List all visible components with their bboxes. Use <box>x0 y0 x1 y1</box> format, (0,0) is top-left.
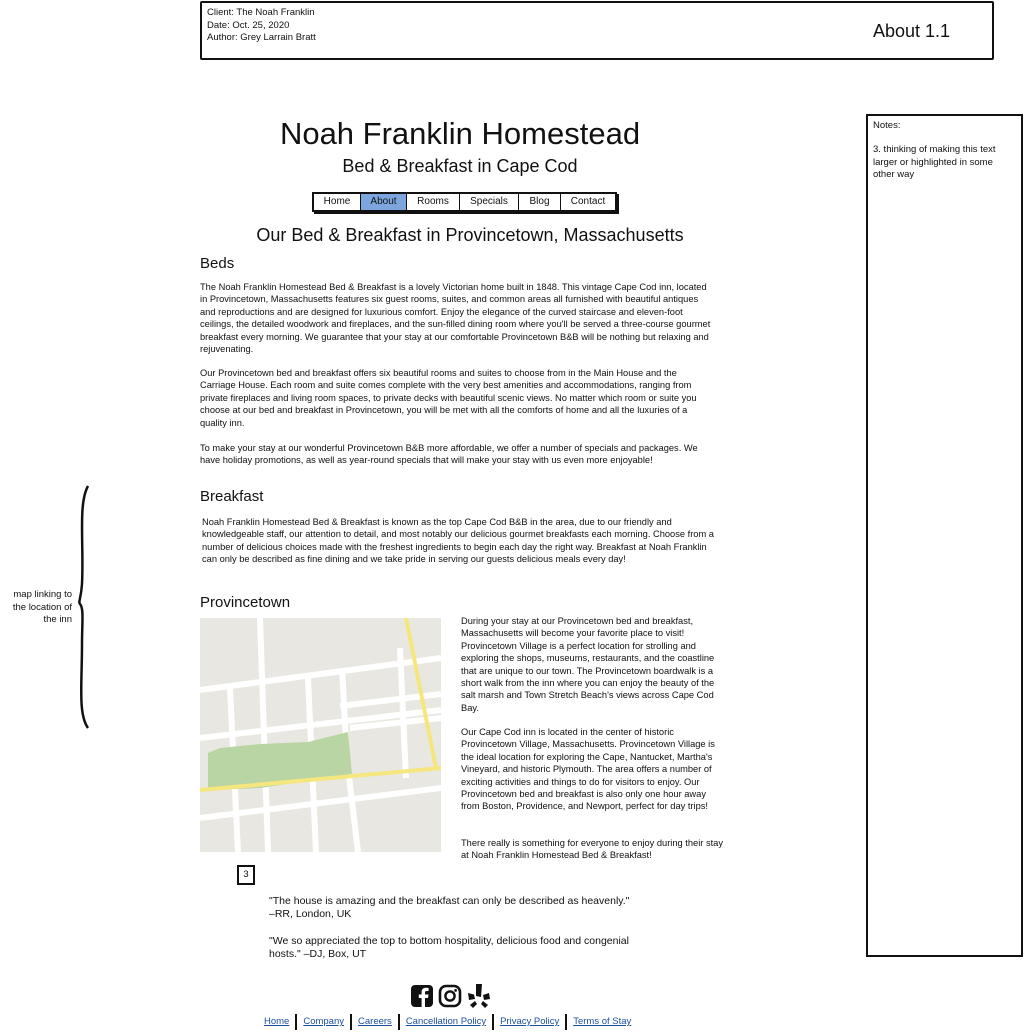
notes-label: Notes: <box>873 120 901 131</box>
testimonial-2-attribution: hosts." –DJ, Box, UT <box>269 948 367 960</box>
footer-link-home[interactable]: Home <box>258 1014 298 1030</box>
beds-paragraph-1: The Noah Franklin Homestead Bed & Breakf… <box>200 282 711 355</box>
notes-panel: Notes: 3. thinking of making this text l… <box>866 114 1023 957</box>
footer-link-privacy-policy[interactable]: Privacy Policy <box>494 1014 568 1030</box>
testimonial-1-text: "The house is amazing and the breakfast … <box>269 895 630 907</box>
nav-item-specials[interactable]: Specials <box>460 194 519 210</box>
annotation-number-badge: 3 <box>237 865 255 885</box>
client-line: Client: The Noah Franklin <box>207 7 315 18</box>
wireframe-header-box: Client: The Noah Franklin Date: Oct. 25,… <box>200 1 994 60</box>
footer-link-terms-of-stay[interactable]: Terms of Stay <box>567 1014 637 1030</box>
nav-item-blog[interactable]: Blog <box>519 194 561 210</box>
nav-item-contact[interactable]: Contact <box>561 194 615 210</box>
footer-link-cancellation-policy[interactable]: Cancellation Policy <box>400 1014 495 1030</box>
nav-item-rooms[interactable]: Rooms <box>407 194 460 210</box>
instagram-icon[interactable] <box>438 984 462 1008</box>
breakfast-heading: Breakfast <box>200 488 264 505</box>
page-heading: Our Bed & Breakfast in Provincetown, Mas… <box>256 225 684 245</box>
provincetown-paragraph-2: Our Cape Cod inn is located in the cente… <box>461 727 715 812</box>
provincetown-paragraph-1: During your stay at our Provincetown bed… <box>461 616 715 713</box>
footer-link-careers[interactable]: Careers <box>352 1014 400 1030</box>
annotation-brace <box>78 485 90 729</box>
breakfast-paragraph: Noah Franklin Homestead Bed & Breakfast … <box>202 517 714 565</box>
beds-heading: Beds <box>200 255 235 272</box>
beds-paragraph-2: Our Provincetown bed and breakfast offer… <box>200 368 697 428</box>
social-icons <box>411 984 490 1008</box>
testimonial-1: "The house is amazing and the breakfast … <box>269 895 629 921</box>
nav-item-about[interactable]: About <box>361 194 407 210</box>
main-nav: Home About Rooms Specials Blog Contact <box>312 192 617 212</box>
author-line: Author: Grey Larrain Bratt <box>207 32 316 43</box>
location-map[interactable] <box>200 618 441 852</box>
yelp-icon[interactable] <box>468 984 490 1008</box>
footer-links: Home Company Careers Cancellation Policy… <box>258 1014 637 1030</box>
date-line: Date: Oct. 25, 2020 <box>207 19 290 31</box>
facebook-icon[interactable] <box>411 985 433 1007</box>
notes-text: 3. thinking of making this text larger o… <box>873 144 996 180</box>
site-title: Noah Franklin Homestead <box>279 116 641 151</box>
site-subtitle: Bed & Breakfast in Cape Cod <box>342 156 578 176</box>
annotation-text: map linking to the location of the inn <box>12 589 72 625</box>
nav-item-home[interactable]: Home <box>314 194 361 210</box>
beds-paragraph-3: To make your stay at our wonderful Provi… <box>200 443 698 466</box>
testimonial-1-attribution: –RR, London, UK <box>269 908 352 920</box>
footer-link-company[interactable]: Company <box>297 1014 353 1030</box>
provincetown-heading: Provincetown <box>200 594 291 611</box>
provincetown-paragraph-3: There really is something for everyone t… <box>461 838 723 861</box>
page-name: About 1.1 <box>872 21 950 41</box>
testimonial-2: "We so appreciated the top to bottom hos… <box>269 935 629 961</box>
testimonial-2-text: "We so appreciated the top to bottom hos… <box>269 935 629 947</box>
project-meta: Client: The Noah Franklin Date: Oct. 25,… <box>207 7 316 45</box>
